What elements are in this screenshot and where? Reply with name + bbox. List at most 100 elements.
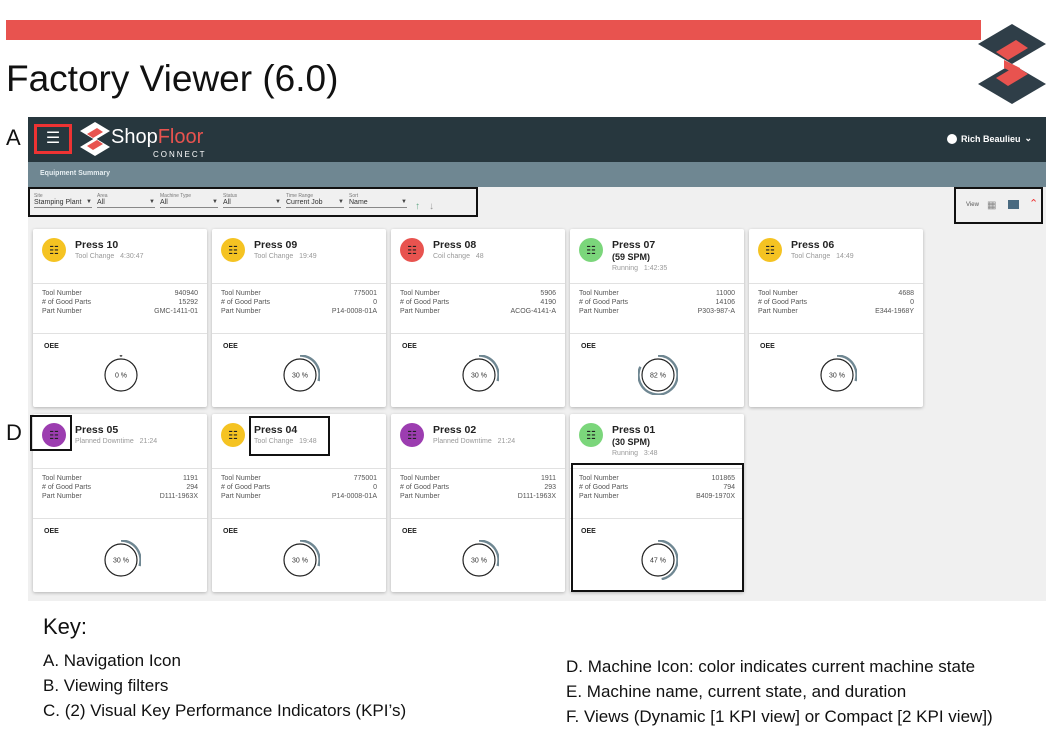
machine-duration: 14:49	[836, 253, 854, 260]
grid-view-icon[interactable]: ▦	[987, 200, 996, 211]
machine-duration: 21:24	[497, 438, 516, 445]
machine-icon: ☷	[42, 238, 66, 262]
page-title: Factory Viewer (6.0)	[6, 58, 339, 99]
machine-state: Tool Change 4:30:47	[75, 253, 144, 260]
view-switcher: View ▦ ⌃	[954, 187, 1043, 224]
divider	[391, 518, 565, 519]
oee-label: OEE	[402, 528, 417, 535]
hamburger-menu-icon[interactable]: ☰	[34, 124, 72, 154]
chevron-down-icon: ⌄	[1024, 133, 1032, 143]
shopfloor-s-logo-icon	[978, 24, 1046, 104]
oee-gauge: 30 %	[820, 355, 857, 392]
divider	[391, 468, 565, 469]
oee-value: 30 %	[471, 373, 487, 380]
filter-status[interactable]: Status All ▼	[223, 193, 281, 208]
oee-gauge: 30 %	[283, 355, 320, 392]
divider	[33, 283, 207, 284]
machine-state: Planned Downtime 21:24	[75, 438, 158, 445]
filter-area[interactable]: Area All ▼	[97, 193, 155, 208]
key-item-d: D. Machine Icon: color indicates current…	[566, 657, 976, 676]
view-label: View	[966, 202, 979, 208]
tool-number-row: Tool Number 4688	[758, 290, 914, 297]
oee-label: OEE	[402, 343, 417, 350]
machine-state: Planned Downtime 21:24	[433, 438, 516, 445]
sort-descending-icon[interactable]: ↓	[429, 201, 434, 212]
machine-duration: 19:49	[299, 253, 317, 260]
highlight-kpi	[571, 463, 744, 592]
machine-state: Running 1:42:35	[612, 265, 668, 272]
machine-icon: ☷	[579, 423, 603, 447]
good-parts-row: # of Good Parts 0	[221, 299, 377, 306]
filter-site[interactable]: Site Stamping Plant ▼	[34, 193, 92, 208]
divider	[212, 333, 386, 334]
good-parts-row: # of Good Parts 4190	[400, 299, 556, 306]
divider	[212, 468, 386, 469]
part-number-row: Part Number D111-1963X	[400, 493, 556, 500]
tool-number-row: Tool Number 940940	[42, 290, 198, 297]
tool-number-row: Tool Number 1911	[400, 475, 556, 482]
machine-card[interactable]: ☷ Press 07 (59 SPM) Running 1:42:35 Tool Num…	[570, 229, 744, 407]
accent-bar	[6, 20, 981, 40]
oee-value: 30 %	[292, 558, 308, 565]
key-item-c: C. (2) Visual Key Performance Indicators…	[43, 701, 407, 720]
good-parts-row: # of Good Parts 14106	[579, 299, 735, 306]
oee-label: OEE	[223, 343, 238, 350]
callout-d: D	[6, 420, 22, 445]
app-header: ☰ ShopFloor CONNECT Rich Beaulieu ⌄	[28, 117, 1046, 162]
machine-card[interactable]: ☷ Press 06 Tool Change 14:49 Tool Number 468…	[749, 229, 923, 407]
machine-card[interactable]: ☷ Press 10 Tool Change 4:30:47 Tool Number 9…	[33, 229, 207, 407]
oee-gauge: 0 %	[104, 355, 138, 392]
divider	[212, 518, 386, 519]
machine-duration: 3:48	[643, 450, 658, 457]
machine-name: Press 08	[433, 239, 477, 251]
key-item-f: F. Views (Dynamic [1 KPI view] or Compac…	[566, 707, 993, 726]
machine-spm: (59 SPM)	[612, 252, 651, 262]
filter-time-range[interactable]: Time Range Current Job ▼	[286, 193, 344, 208]
collapse-icon[interactable]: ⌃	[1029, 197, 1038, 210]
user-menu[interactable]: Rich Beaulieu ⌄	[946, 133, 1032, 144]
machine-icon: ☷	[400, 423, 424, 447]
user-name: Rich Beaulieu	[960, 133, 1021, 144]
key-item-e: E. Machine name, current state, and dura…	[566, 682, 907, 701]
user-avatar-icon	[946, 133, 957, 144]
machine-card[interactable]: ☷ Press 09 Tool Change 19:49 Tool Number 775…	[212, 229, 386, 407]
filter-sort[interactable]: Sort Name ▼	[349, 193, 407, 208]
machine-icon: ☷	[221, 238, 245, 262]
oee-gauge: 82 %	[638, 355, 678, 395]
machine-card[interactable]: ☷ Press 02 Planned Downtime 21:24 Tool Numb…	[391, 414, 565, 592]
tool-number-row: Tool Number 1191	[42, 475, 198, 482]
part-number-row: Part Number P14-0008-01A	[221, 308, 377, 315]
brand-logo-icon	[80, 122, 110, 156]
sort-ascending-icon[interactable]: ↑	[415, 201, 420, 212]
oee-gauge: 30 %	[283, 540, 320, 577]
filter-bar: Site Stamping Plant ▼ Area All ▼ Machine T…	[28, 187, 478, 217]
machine-duration: 1:42:35	[643, 265, 668, 272]
filter-machine-type[interactable]: Machine Type All ▼	[160, 193, 218, 208]
divider	[212, 283, 386, 284]
part-number-row: Part Number D111-1963X	[42, 493, 198, 500]
part-number-row: Part Number E344-1968Y	[758, 308, 914, 315]
machine-state: Tool Change 14:49	[791, 253, 854, 260]
machine-card[interactable]: ☷ Press 08 Coil change 48 Tool Number 5906 # …	[391, 229, 565, 407]
oee-arc	[119, 355, 123, 357]
compact-view-icon[interactable]	[1008, 200, 1019, 209]
good-parts-row: # of Good Parts 0	[758, 299, 914, 306]
section-bar: Equipment Summary	[28, 162, 1046, 187]
divider	[570, 283, 744, 284]
machine-icon: ☷	[579, 238, 603, 262]
divider	[33, 468, 207, 469]
oee-gauge: 30 %	[462, 355, 499, 392]
app-window: ☰ ShopFloor CONNECT Rich Beaulieu ⌄ Equi…	[28, 117, 1046, 601]
oee-value: 82 %	[650, 373, 666, 380]
oee-label: OEE	[223, 528, 238, 535]
divider	[570, 333, 744, 334]
oee-value: 0 %	[115, 373, 127, 380]
part-number-row: Part Number ACOG-4141-A	[400, 308, 556, 315]
machine-icon: ☷	[400, 238, 424, 262]
oee-gauge: 30 %	[462, 540, 499, 577]
oee-value: 30 %	[829, 373, 845, 380]
oee-label: OEE	[581, 343, 596, 350]
machine-spm: (30 SPM)	[612, 437, 651, 447]
highlight-machine-icon	[30, 415, 72, 451]
machine-name: Press 01	[612, 424, 656, 436]
